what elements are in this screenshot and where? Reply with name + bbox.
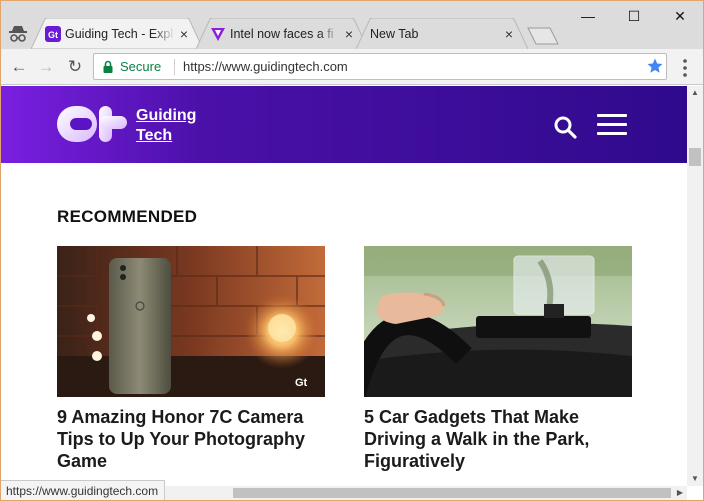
address-separator: [174, 59, 175, 75]
browser-window: Gt Guiding Tech - Expl × Intel now faces…: [0, 0, 704, 501]
vertical-scrollbar[interactable]: ▲ ▼: [687, 86, 703, 486]
vertical-scroll-thumb[interactable]: [689, 148, 701, 166]
status-bar-url: https://www.guidingtech.com: [1, 480, 166, 500]
tab-title: New Tab: [370, 27, 419, 41]
url-text[interactable]: https://www.guidingtech.com: [183, 59, 348, 74]
scroll-up-arrow-icon[interactable]: ▲: [687, 86, 703, 100]
back-button[interactable]: ←: [7, 55, 31, 79]
brand-name-link[interactable]: Guiding Tech: [136, 106, 196, 146]
search-icon[interactable]: [553, 115, 577, 139]
forward-button[interactable]: →: [34, 55, 58, 79]
brand-line-2: Tech: [136, 127, 173, 144]
site-header: Guiding Tech: [1, 86, 687, 163]
section-title: RECOMMENDED: [57, 207, 198, 226]
scroll-down-arrow-icon[interactable]: ▼: [687, 472, 703, 486]
incognito-icon: [9, 26, 27, 42]
close-window-button[interactable]: ✕: [657, 1, 703, 31]
new-tab-button[interactable]: [525, 27, 561, 45]
article-card[interactable]: 5 Car Gadgets That Make Driving a Walk i…: [364, 246, 634, 472]
reload-button[interactable]: ↻: [63, 55, 87, 79]
verge-favicon-icon: [211, 28, 225, 41]
guiding-tech-favicon-icon: Gt: [45, 26, 61, 42]
maximize-button[interactable]: ☐: [611, 1, 657, 31]
thumbnail-watermark: Gt: [295, 377, 308, 389]
bookmark-star-icon[interactable]: [646, 57, 664, 75]
svg-text:Gt: Gt: [48, 30, 58, 40]
article-title[interactable]: 9 Amazing Honor 7C Camera Tips to Up You…: [57, 406, 337, 472]
tab-close-icon[interactable]: ×: [177, 27, 191, 41]
scroll-right-arrow-icon[interactable]: ▶: [673, 486, 687, 500]
tab-close-icon[interactable]: ×: [502, 27, 516, 41]
security-label: Secure: [120, 59, 162, 74]
tab-intel-article[interactable]: Intel now faces a fi ×: [196, 18, 368, 49]
horizontal-scroll-thumb[interactable]: [233, 488, 671, 498]
brand-line-1: Guiding: [136, 107, 197, 124]
address-bar[interactable]: Secure https://www.guidingtech.com: [93, 53, 667, 80]
tab-strip: Gt Guiding Tech - Expl × Intel now faces…: [1, 1, 703, 49]
tab-new-tab[interactable]: New Tab ×: [356, 18, 528, 49]
menu-hamburger-icon[interactable]: [597, 114, 627, 136]
article-title[interactable]: 5 Car Gadgets That Make Driving a Walk i…: [364, 406, 644, 472]
guiding-tech-logo-icon[interactable]: [55, 104, 129, 144]
browser-toolbar: ← → ↻ Secure https://www.guidingtech.com: [1, 49, 703, 85]
tab-title: Guiding Tech - Expl: [65, 27, 174, 41]
page-viewport: Guiding Tech RECOMMENDED Gt 9 Amazing Ho…: [1, 86, 687, 486]
tab-title: Intel now faces a fi: [230, 27, 334, 41]
tab-close-icon[interactable]: ×: [342, 27, 356, 41]
lock-icon: [103, 60, 113, 73]
tab-guiding-tech[interactable]: Gt Guiding Tech - Expl ×: [31, 18, 203, 49]
article-thumbnail-car-hud[interactable]: [364, 246, 632, 397]
article-thumbnail-honor-phone[interactable]: Gt: [57, 246, 325, 397]
article-card[interactable]: Gt 9 Amazing Honor 7C Camera Tips to Up …: [57, 246, 327, 472]
minimize-button[interactable]: —: [565, 1, 611, 31]
browser-menu-icon[interactable]: [678, 58, 692, 78]
